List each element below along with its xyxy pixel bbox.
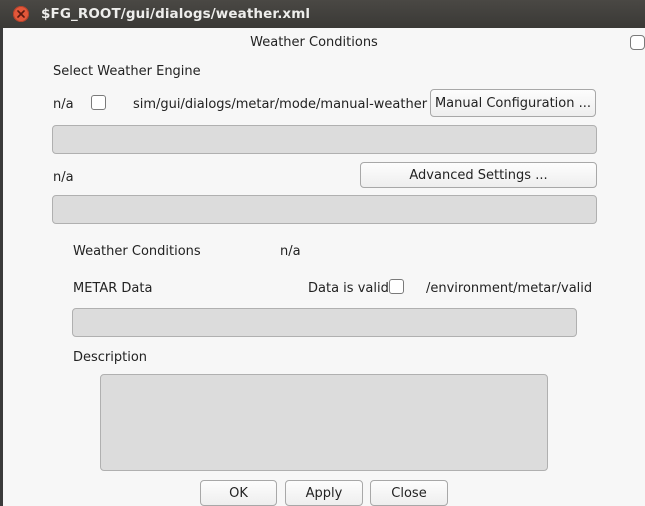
advanced-settings-button[interactable]: Advanced Settings ... bbox=[360, 162, 597, 188]
engine-section-label: Select Weather Engine bbox=[53, 64, 201, 79]
advanced-value: n/a bbox=[53, 170, 74, 185]
data-valid-property: /environment/metar/valid bbox=[426, 281, 593, 296]
data-valid-checkbox[interactable] bbox=[389, 279, 404, 294]
advanced-description-field bbox=[52, 195, 597, 224]
window-close-button[interactable] bbox=[13, 6, 29, 22]
close-button[interactable]: Close bbox=[370, 480, 448, 506]
window-titlebar[interactable]: $FG_ROOT/gui/dialogs/weather.xml bbox=[0, 0, 645, 28]
description-textarea[interactable] bbox=[100, 374, 548, 471]
weather-dialog: Weather Conditions Select Weather Engine… bbox=[3, 28, 645, 506]
data-valid-label: Data is valid bbox=[308, 281, 389, 296]
ok-button[interactable]: OK bbox=[200, 480, 277, 506]
metar-data-label: METAR Data bbox=[73, 281, 153, 296]
close-icon bbox=[17, 10, 25, 18]
window-title: $FG_ROOT/gui/dialogs/weather.xml bbox=[41, 6, 311, 22]
manual-configuration-button[interactable]: Manual Configuration ... bbox=[430, 89, 596, 117]
description-label: Description bbox=[73, 350, 148, 365]
manual-weather-checkbox[interactable] bbox=[91, 95, 106, 110]
engine-description-field bbox=[52, 125, 597, 154]
manual-weather-property: sim/gui/dialogs/metar/mode/manual-weathe… bbox=[133, 97, 428, 112]
metar-input[interactable] bbox=[72, 308, 577, 337]
weather-conditions-value: n/a bbox=[280, 244, 301, 259]
apply-button[interactable]: Apply bbox=[285, 480, 363, 506]
engine-value: n/a bbox=[53, 97, 74, 112]
dialog-heading: Weather Conditions bbox=[250, 35, 378, 50]
weather-conditions-label: Weather Conditions bbox=[73, 244, 201, 259]
dialog-corner-checkbox[interactable] bbox=[630, 35, 645, 50]
